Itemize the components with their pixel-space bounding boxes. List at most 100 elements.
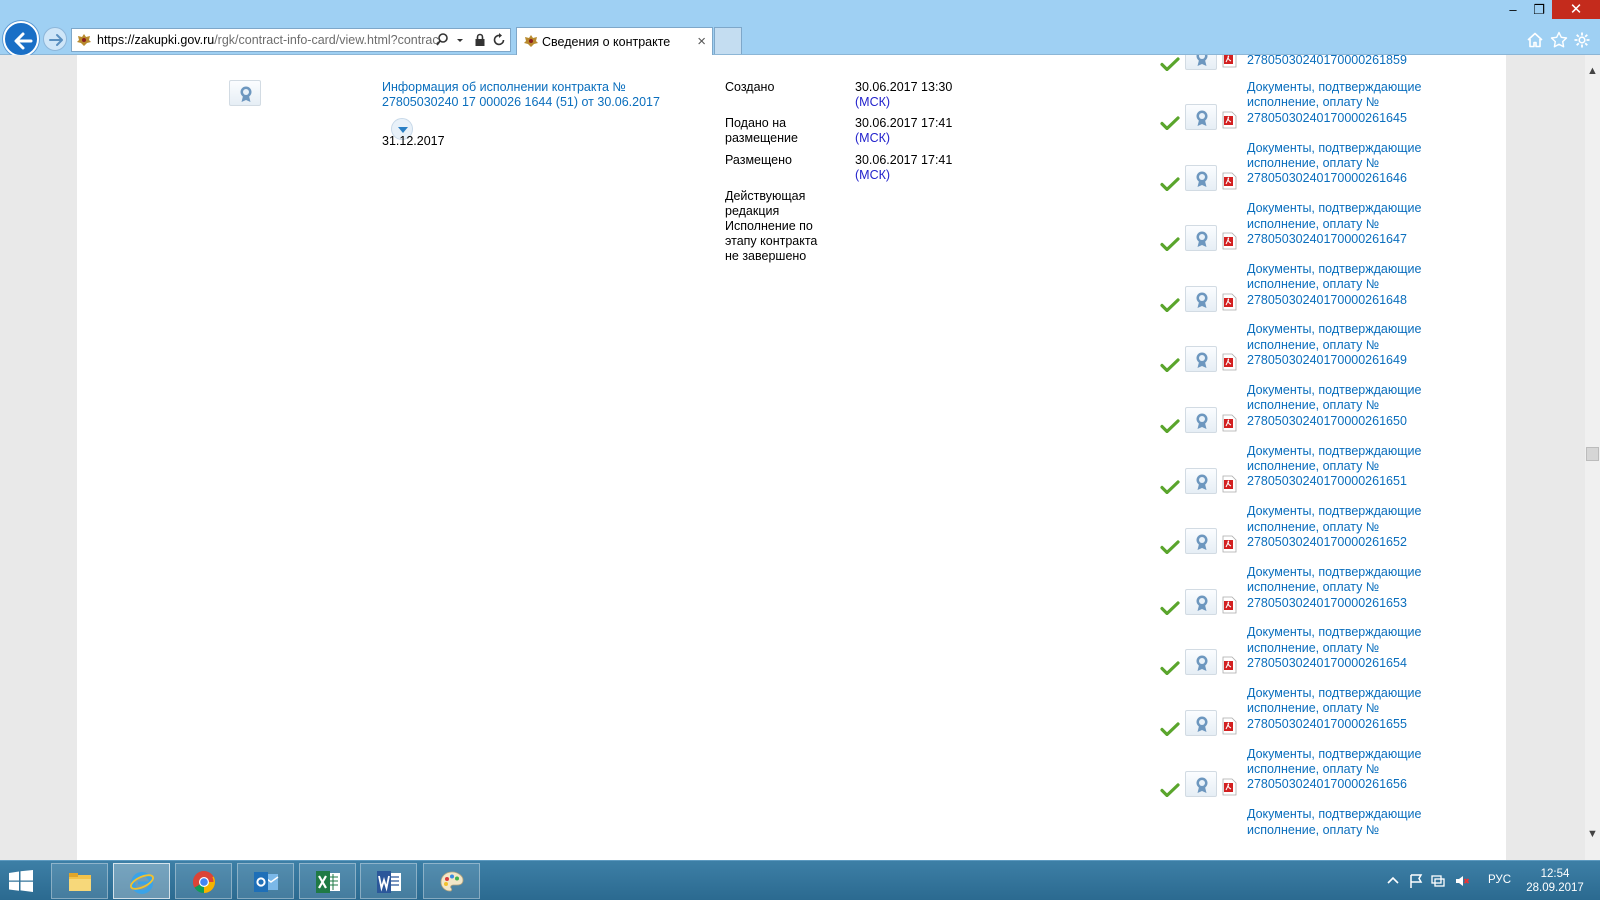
input-language[interactable]: РУС (1488, 874, 1511, 886)
forward-button[interactable] (43, 27, 67, 51)
tab-contract-info[interactable]: Сведения о контракте × (516, 27, 713, 55)
volume-muted-icon[interactable] (1454, 873, 1470, 889)
document-number: 27805030240170000261652 (1247, 535, 1407, 549)
signature-button[interactable] (1185, 407, 1217, 433)
signature-button[interactable] (1185, 528, 1217, 555)
document-link-prefix: Документы, подтверждающие исполнение, оп… (1247, 686, 1422, 716)
minimize-button[interactable]: – (1500, 0, 1526, 19)
address-bar[interactable]: https://zakupki.gov.ru/rgk/contract-info… (71, 28, 511, 52)
checkmark-icon (1160, 116, 1180, 131)
url-text: https://zakupki.gov.ru/rgk/contract-info… (97, 33, 439, 47)
document-link[interactable]: Документы, подтверждающие исполнение, оп… (1247, 565, 1437, 611)
taskbar-word[interactable] (360, 863, 417, 899)
signature-button[interactable] (1185, 55, 1217, 70)
home-icon[interactable] (1526, 31, 1544, 49)
pdf-file-icon[interactable] (1222, 778, 1237, 796)
dropdown-arrow-icon[interactable] (455, 32, 468, 48)
pdf-file-icon[interactable] (1222, 475, 1237, 493)
page-content: Информация об исполнении контракта № 278… (77, 55, 1506, 860)
scroll-thumb[interactable] (1586, 447, 1599, 461)
taskbar-excel[interactable] (299, 863, 356, 899)
document-row: Документы, подтверждающие исполнение, оп… (1157, 565, 1437, 627)
document-link[interactable]: Документы, подтверждающие исполнение, оп… (1247, 625, 1437, 671)
network-icon[interactable] (1430, 873, 1446, 889)
page-viewport: Информация об исполнении контракта № 278… (0, 55, 1585, 860)
signature-button[interactable] (1185, 770, 1217, 797)
pdf-file-icon[interactable] (1222, 353, 1237, 371)
document-link[interactable]: Документы, подтверждающие исполнение, оп… (1247, 201, 1437, 247)
restore-button[interactable]: ❐ (1526, 0, 1552, 19)
document-number: 27805030240170000261648 (1247, 292, 1407, 307)
checkmark-icon (1160, 540, 1180, 555)
signature-button[interactable] (1185, 467, 1217, 494)
document-link[interactable]: Документы, подтверждающие исполнение, оп… (1247, 747, 1437, 793)
document-link[interactable]: 27805030240170000261859 (1247, 55, 1437, 68)
back-button[interactable] (3, 21, 39, 57)
taskbar-clock[interactable]: 12:54 28.09.2017 (1526, 867, 1584, 895)
close-window-button[interactable]: ✕ (1552, 0, 1600, 19)
signature-button[interactable] (1185, 588, 1217, 615)
meta-label-published: Размещено (725, 153, 792, 167)
document-number: 27805030240170000261651 (1247, 474, 1407, 489)
document-link[interactable]: Документы, подтверждающие исполнение, оп… (1247, 444, 1437, 490)
pdf-file-icon[interactable] (1222, 111, 1237, 129)
checkmark-icon (1160, 57, 1180, 72)
tab-close-button[interactable]: × (697, 33, 706, 50)
signature-button[interactable] (1185, 164, 1217, 191)
signature-button[interactable] (1185, 104, 1217, 130)
signature-button[interactable] (1185, 710, 1217, 736)
document-link[interactable]: Документы, подтверждающие исполнение, оп… (1247, 686, 1437, 732)
document-link[interactable]: Документы, подтверждающие исполнение, оп… (1247, 383, 1437, 429)
pdf-file-icon[interactable] (1222, 596, 1237, 614)
taskbar: РУС 12:54 28.09.2017 (0, 860, 1600, 900)
signature-button[interactable] (1185, 346, 1217, 373)
scroll-down-arrow-icon[interactable]: ▼ (1585, 828, 1600, 845)
contract-execution-link[interactable]: Информация об исполнении контракта № 278… (382, 80, 682, 110)
lock-icon[interactable] (474, 32, 487, 48)
checkmark-icon (1160, 601, 1180, 615)
favorites-star-icon[interactable] (1550, 31, 1568, 49)
document-link[interactable]: Документы, подтверждающие исполнение, оп… (1247, 262, 1437, 308)
document-link-prefix: Документы, подтверждающие исполнение, оп… (1247, 80, 1422, 110)
meta-label-created: Создано (725, 80, 775, 94)
pdf-file-icon[interactable] (1222, 293, 1237, 311)
taskbar-file-explorer[interactable] (51, 863, 108, 899)
action-center-flag-icon[interactable] (1408, 873, 1424, 889)
search-icon[interactable] (436, 32, 449, 48)
certificate-icon (1196, 595, 1208, 611)
certificate-icon (1196, 292, 1208, 308)
start-windows-icon[interactable] (8, 870, 34, 892)
vertical-scrollbar[interactable]: ▲ ▼ (1585, 55, 1600, 860)
signature-button[interactable] (1185, 649, 1217, 676)
signature-button[interactable] (229, 80, 261, 106)
pdf-file-icon[interactable] (1222, 535, 1237, 553)
document-link[interactable]: Документы, подтверждающие исполнение, оп… (1247, 322, 1437, 368)
taskbar-paint[interactable] (423, 863, 480, 899)
document-number: 27805030240170000261655 (1247, 716, 1407, 731)
document-link[interactable]: Документы, подтверждающие исполнение, оп… (1247, 504, 1437, 550)
show-hidden-icons-chevron-icon[interactable] (1385, 873, 1401, 889)
taskbar-outlook[interactable] (237, 863, 294, 899)
document-link[interactable]: Документы, подтверждающие исполнение, оп… (1247, 141, 1437, 187)
pdf-file-icon[interactable] (1222, 717, 1237, 735)
taskbar-internet-explorer[interactable] (113, 863, 170, 899)
new-tab-button[interactable] (714, 27, 742, 54)
signature-button[interactable] (1185, 285, 1217, 312)
signature-button[interactable] (1185, 225, 1217, 252)
checkmark-icon (1160, 782, 1180, 797)
taskbar-chrome[interactable] (175, 863, 232, 899)
certificate-icon (1196, 55, 1208, 66)
document-link[interactable]: Документы, подтверждающие исполнение, оп… (1247, 80, 1437, 126)
document-link[interactable]: Документы, подтверждающие исполнение, оп… (1247, 807, 1437, 838)
pdf-file-icon[interactable] (1222, 232, 1237, 250)
pdf-file-icon[interactable] (1222, 55, 1237, 68)
pdf-file-icon[interactable] (1222, 414, 1237, 432)
pdf-file-icon[interactable] (1222, 172, 1237, 190)
document-link-prefix: Документы, подтверждающие исполнение, оп… (1247, 625, 1422, 655)
document-row: Документы, подтверждающие исполнение, оп… (1157, 80, 1437, 142)
gear-icon[interactable] (1573, 31, 1591, 49)
pdf-file-icon[interactable] (1222, 656, 1237, 674)
document-link-prefix: Документы, подтверждающие исполнение, оп… (1247, 261, 1422, 292)
refresh-icon[interactable] (493, 32, 506, 48)
scroll-up-arrow-icon[interactable]: ▲ (1585, 65, 1600, 82)
